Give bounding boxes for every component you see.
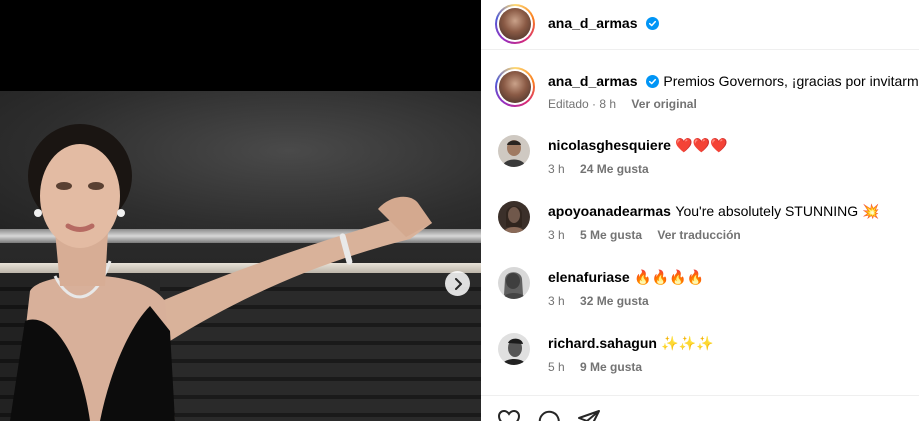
header-username[interactable]: ana_d_armas [548,15,638,31]
comment-username[interactable]: richard.sahagun [548,335,657,351]
post-media [0,0,481,421]
verified-badge-icon [645,75,659,88]
comment-likes[interactable]: 9 Me gusta [580,360,642,374]
heart-icon[interactable] [497,409,521,421]
comment-text: You're absolutely STUNNING 💥 [675,203,880,219]
post-photo [0,91,481,421]
post-age: 8 h [599,97,617,111]
comment-age: 5 h [548,360,565,374]
comment-text: 🔥🔥🔥🔥 [634,269,704,285]
comment-username[interactable]: nicolasghesquiere [548,137,671,153]
comment-likes[interactable]: 5 Me gusta [580,228,642,242]
comment-icon[interactable] [537,409,561,421]
next-media-button[interactable] [445,271,470,296]
woman-figure [10,124,432,421]
caption-username[interactable]: ana_d_armas [548,73,638,89]
comment-avatar[interactable] [498,333,530,365]
comment-likes[interactable]: 24 Me gusta [580,162,649,176]
chevron-right-icon [454,277,462,290]
comment-likes[interactable]: 32 Me gusta [580,294,649,308]
edited-label: Editado [548,97,589,111]
verified-badge-icon [645,17,659,30]
comment-text: ❤️❤️❤️ [675,137,728,153]
comment-text: ✨✨✨ [661,335,714,351]
comment-username[interactable]: elenafuriase [548,269,630,285]
post-header: ana_d_armas [481,0,919,50]
author-avatar[interactable] [495,4,535,44]
comment-age: 3 h [548,162,565,176]
see-translation-link[interactable]: Ver traducción [657,228,740,242]
post-action-bar [481,395,919,421]
comment-avatar[interactable] [498,201,530,233]
share-icon[interactable] [577,409,601,421]
comment-username[interactable]: apoyoanadearmas [548,203,671,219]
comment-age: 3 h [548,294,565,308]
comment-avatar[interactable] [498,267,530,299]
comment-avatar[interactable] [498,135,530,167]
caption-avatar[interactable] [495,67,535,107]
see-original-link[interactable]: Ver original [631,97,696,111]
post-side-panel: ana_d_armas ana_d_armas Premios Governor… [481,0,919,421]
comment-age: 3 h [548,228,565,242]
caption-text: Premios Governors, ¡gracias por invitarm… [663,73,919,89]
